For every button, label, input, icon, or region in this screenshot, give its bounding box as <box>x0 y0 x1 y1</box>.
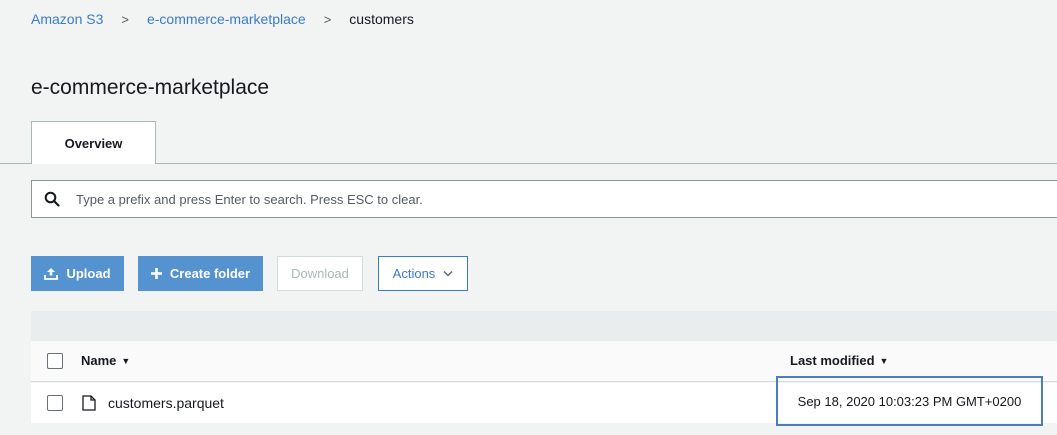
breadcrumb-separator: > <box>323 11 332 27</box>
table-toolbar-band <box>31 311 1057 341</box>
plus-icon <box>150 268 162 279</box>
breadcrumb-current: customers <box>349 11 414 27</box>
sort-caret-icon: ▼ <box>879 355 889 366</box>
breadcrumb-separator: > <box>121 11 129 27</box>
column-header-name[interactable]: Name ▼ <box>81 353 130 368</box>
last-modified-cell: Sep 18, 2020 10:03:23 PM GMT+0200 <box>776 376 1043 426</box>
download-button-label: Download <box>291 266 349 281</box>
download-button[interactable]: Download <box>277 256 363 291</box>
tab-divider <box>0 163 1057 164</box>
breadcrumb: Amazon S3 > e-commerce-marketplace > cus… <box>31 11 414 27</box>
search-bar[interactable] <box>31 180 1057 218</box>
column-header-name-label: Name <box>81 353 117 368</box>
search-icon <box>44 191 60 207</box>
table-row[interactable]: customers.parquet Sep 18, 2020 10:03:23 … <box>31 376 1057 426</box>
breadcrumb-link-bucket[interactable]: e-commerce-marketplace <box>147 11 306 27</box>
upload-button-label: Upload <box>66 266 111 281</box>
tab-overview[interactable]: Overview <box>31 121 156 164</box>
upload-icon <box>44 267 59 280</box>
file-icon <box>82 395 96 411</box>
row-checkbox[interactable] <box>47 395 63 411</box>
column-header-last-modified-label: Last modified <box>790 353 875 368</box>
create-folder-button[interactable]: Create folder <box>138 256 263 291</box>
upload-button[interactable]: Upload <box>31 256 124 291</box>
select-all-checkbox[interactable] <box>47 353 63 369</box>
actions-dropdown[interactable]: Actions <box>378 256 468 291</box>
sort-caret-icon: ▼ <box>121 355 131 366</box>
search-input[interactable] <box>76 191 1057 207</box>
breadcrumb-link-amazon-s3[interactable]: Amazon S3 <box>31 11 103 27</box>
last-modified-value: Sep 18, 2020 10:03:23 PM GMT+0200 <box>797 393 1022 409</box>
chevron-down-icon <box>443 271 453 277</box>
create-folder-button-label: Create folder <box>169 266 251 281</box>
column-header-last-modified[interactable]: Last modified ▼ <box>790 353 888 368</box>
page-title: e-commerce-marketplace <box>31 76 270 99</box>
file-name-link[interactable]: customers.parquet <box>108 395 224 411</box>
actions-dropdown-label: Actions <box>392 266 436 281</box>
